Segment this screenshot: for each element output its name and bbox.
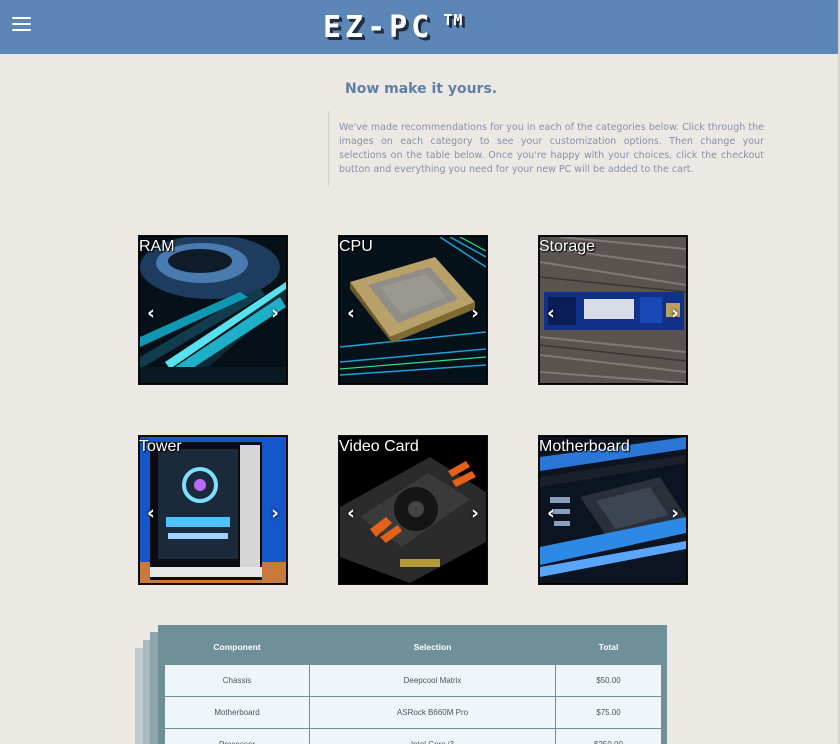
prev-arrow-icon[interactable]: ‹ — [347, 304, 355, 323]
category-card-tower: Tower ‹ › — [138, 435, 288, 585]
selection-cell[interactable]: ASRock B660M Pro — [309, 695, 556, 729]
prev-arrow-icon[interactable]: ‹ — [547, 504, 555, 523]
category-title: Storage — [539, 238, 596, 255]
next-arrow-icon[interactable]: › — [271, 504, 279, 523]
category-card-ram: RAM ‹ › — [138, 235, 288, 385]
category-card-video-card: Video Card ‹ › — [338, 435, 488, 585]
category-title: Motherboard — [539, 438, 630, 455]
selection-cell[interactable]: Deepcool Matrix — [309, 663, 556, 697]
next-arrow-icon[interactable]: › — [671, 504, 679, 523]
category-title: Video Card — [339, 438, 419, 455]
hamburger-menu-icon[interactable] — [12, 17, 31, 33]
column-header-selection: Selection — [413, 642, 452, 653]
prev-arrow-icon[interactable]: ‹ — [347, 504, 355, 523]
next-arrow-icon[interactable]: › — [471, 504, 479, 523]
top-navbar: EZ-PC TM — [0, 0, 838, 54]
component-cell: Motherboard — [164, 695, 310, 729]
storage-image — [540, 237, 686, 383]
page-headline: Now make it yours. — [345, 81, 498, 97]
prev-arrow-icon[interactable]: ‹ — [147, 504, 155, 523]
table-row: Motherboard ASRock B660M Pro $75.00 — [164, 695, 662, 729]
total-cell: $250.00 — [555, 727, 662, 744]
next-arrow-icon[interactable]: › — [671, 304, 679, 323]
component-cell: Processor — [164, 727, 310, 744]
prev-arrow-icon[interactable]: ‹ — [147, 304, 155, 323]
component-cell: Chassis — [164, 663, 310, 697]
category-title: RAM — [139, 238, 175, 255]
intro-paragraph: We've made recommendations for you in ea… — [328, 111, 764, 187]
category-card-motherboard: Motherboard ‹ › — [538, 435, 688, 585]
category-title: CPU — [339, 238, 373, 255]
total-cell: $50.00 — [555, 663, 662, 697]
logo-text: EZ-PC — [323, 10, 434, 45]
selection-table: Component Selection Total Chassis Deepco… — [164, 631, 662, 744]
table-header-row: Component Selection Total — [165, 631, 662, 664]
selection-cell[interactable]: Intel Core i3 — [309, 727, 556, 744]
table-row: Chassis Deepcool Matrix $50.00 — [164, 663, 662, 697]
video-card-image — [340, 437, 486, 583]
table-row: Processor Intel Core i3 $250.00 — [164, 727, 662, 744]
prev-arrow-icon[interactable]: ‹ — [547, 304, 555, 323]
motherboard-image — [540, 437, 686, 583]
next-arrow-icon[interactable]: › — [471, 304, 479, 323]
column-header-component: Component — [213, 642, 261, 653]
site-logo[interactable]: EZ-PC TM — [323, 10, 463, 46]
selection-table-panel: Component Selection Total Chassis Deepco… — [158, 625, 667, 744]
cpu-image — [340, 237, 486, 383]
column-header-total: Total — [598, 642, 619, 653]
next-arrow-icon[interactable]: › — [271, 304, 279, 323]
category-card-cpu: CPU ‹ › — [338, 235, 488, 385]
total-cell: $75.00 — [555, 695, 662, 729]
ram-image — [140, 237, 286, 383]
category-title: Tower — [139, 438, 182, 455]
category-card-storage: Storage ‹ › — [538, 235, 688, 385]
trademark-mark: TM — [443, 11, 464, 29]
tower-image — [140, 437, 286, 583]
